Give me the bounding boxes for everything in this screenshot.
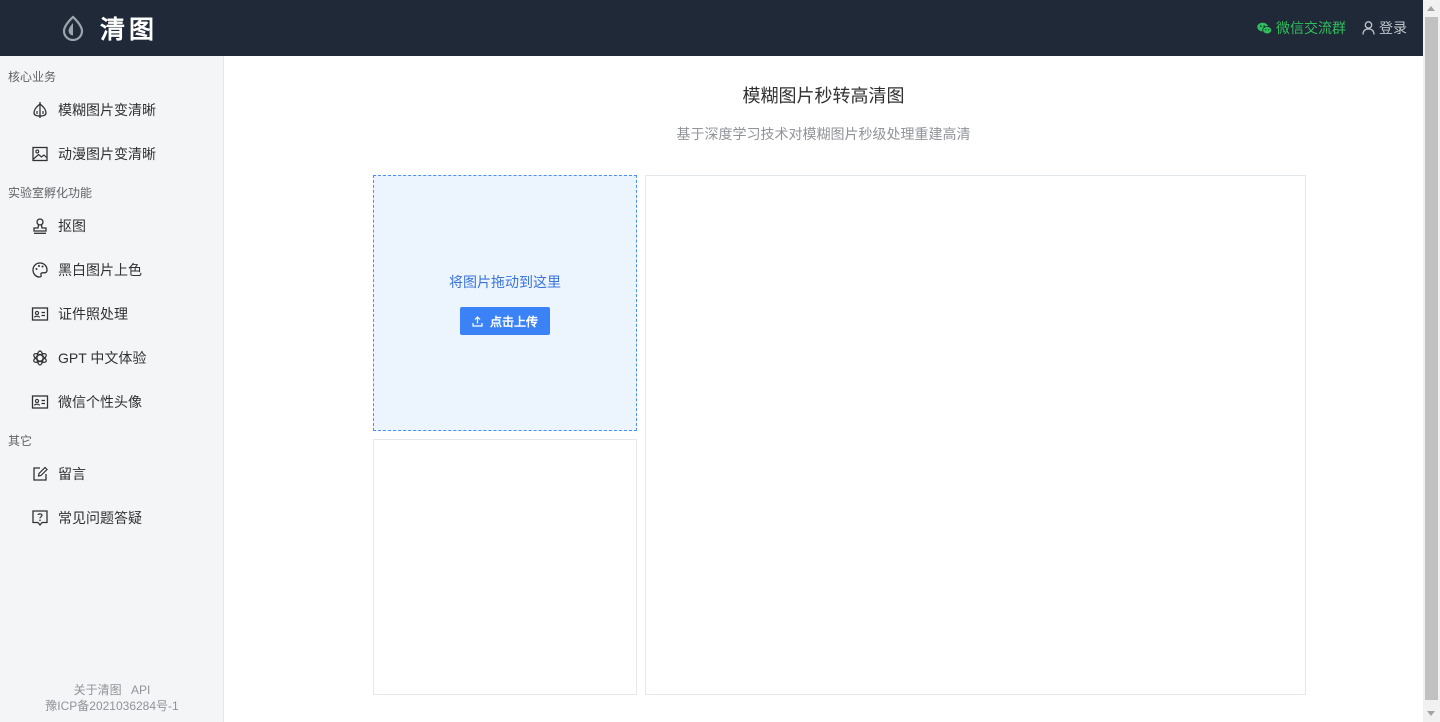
main-content: 模糊图片秒转高清图 基于深度学习技术对模糊图片秒级处理重建高清 将图片拖动到这里… — [224, 56, 1423, 722]
thumbnail-panel — [373, 439, 637, 695]
group-title-other: 其它 — [8, 434, 33, 448]
sidebar-item-label: 微信个性头像 — [58, 394, 142, 410]
sidebar-item-label: 动漫图片变清晰 — [58, 146, 156, 162]
sidebar-item-sharpen-anime[interactable]: 动漫图片变清晰 — [0, 134, 223, 174]
wechat-group-label: 微信交流群 — [1276, 20, 1346, 36]
id-card-icon — [31, 393, 49, 411]
brand-logo[interactable]: 清图 — [60, 12, 158, 44]
sidebar-footer: 关于清图 API 豫ICP备2021036284号-1 — [0, 682, 224, 714]
upload-button[interactable]: 点击上传 — [460, 307, 550, 335]
sidebar-item-faq[interactable]: 常见问题答疑 — [0, 498, 223, 538]
group-title-lab: 实验室孵化功能 — [8, 186, 93, 200]
icp-link[interactable]: 豫ICP备2021036284号-1 — [45, 699, 178, 713]
sidebar-item-gpt[interactable]: GPT 中文体验 — [0, 338, 223, 378]
sidebar-item-label: 模糊图片变清晰 — [58, 102, 156, 118]
sidebar-item-label: GPT 中文体验 — [58, 350, 147, 366]
palette-icon — [31, 261, 49, 279]
upload-button-label: 点击上传 — [489, 314, 538, 329]
sidebar-item-wechat-avatar[interactable]: 微信个性头像 — [0, 382, 223, 422]
sidebar-item-label: 留言 — [58, 466, 86, 482]
page-title: 模糊图片秒转高清图 — [742, 86, 905, 106]
user-icon — [1362, 21, 1375, 35]
group-title-core: 核心业务 — [8, 70, 57, 84]
scroll-thumb[interactable] — [1425, 17, 1438, 700]
about-link[interactable]: 关于清图 — [74, 683, 122, 697]
brand-name: 清图 — [100, 15, 159, 44]
upload-hint: 将图片拖动到这里 — [449, 274, 561, 290]
result-preview-panel — [645, 175, 1306, 695]
picture-icon — [31, 145, 49, 163]
stamp-icon — [31, 217, 49, 235]
upload-dropzone[interactable]: 将图片拖动到这里 点击上传 — [373, 175, 637, 431]
api-link[interactable]: API — [131, 683, 150, 697]
openai-icon — [31, 349, 49, 367]
sharpen-icon — [31, 101, 49, 119]
header-actions: 微信交流群 登录 — [1257, 18, 1407, 38]
wechat-icon — [1257, 22, 1272, 34]
sidebar-item-label: 抠图 — [58, 218, 86, 234]
edit-icon — [31, 465, 49, 483]
sidebar-item-sharpen-photo[interactable]: 模糊图片变清晰 — [0, 90, 223, 130]
sidebar-item-label: 常见问题答疑 — [58, 510, 142, 526]
sidebar-item-cutout[interactable]: 抠图 — [0, 206, 223, 246]
upload-icon — [472, 315, 483, 327]
sidebar-item-id-photo[interactable]: 证件照处理 — [0, 294, 223, 334]
scroll-up-arrow-icon[interactable] — [1427, 6, 1435, 11]
sidebar-item-label: 证件照处理 — [58, 306, 128, 322]
login-label: 登录 — [1379, 20, 1407, 36]
login-link[interactable]: 登录 — [1362, 18, 1407, 38]
top-bar: 清图 微信交流群 登录 — [0, 0, 1423, 56]
scroll-down-arrow-icon[interactable] — [1427, 711, 1435, 716]
question-icon — [31, 509, 49, 527]
logo-icon — [62, 15, 84, 41]
sidebar: 核心业务 模糊图片变清晰 动漫图片变清晰 实验室孵化功能 抠图 黑白图片上色 证… — [0, 56, 224, 722]
sidebar-item-label: 黑白图片上色 — [58, 262, 142, 278]
sidebar-item-colorize[interactable]: 黑白图片上色 — [0, 250, 223, 290]
id-card-icon — [31, 305, 49, 323]
wechat-group-link[interactable]: 微信交流群 — [1257, 18, 1346, 38]
sidebar-item-message[interactable]: 留言 — [0, 454, 223, 494]
page-subtitle: 基于深度学习技术对模糊图片秒级处理重建高清 — [676, 126, 971, 142]
page-scrollbar[interactable] — [1423, 0, 1440, 722]
